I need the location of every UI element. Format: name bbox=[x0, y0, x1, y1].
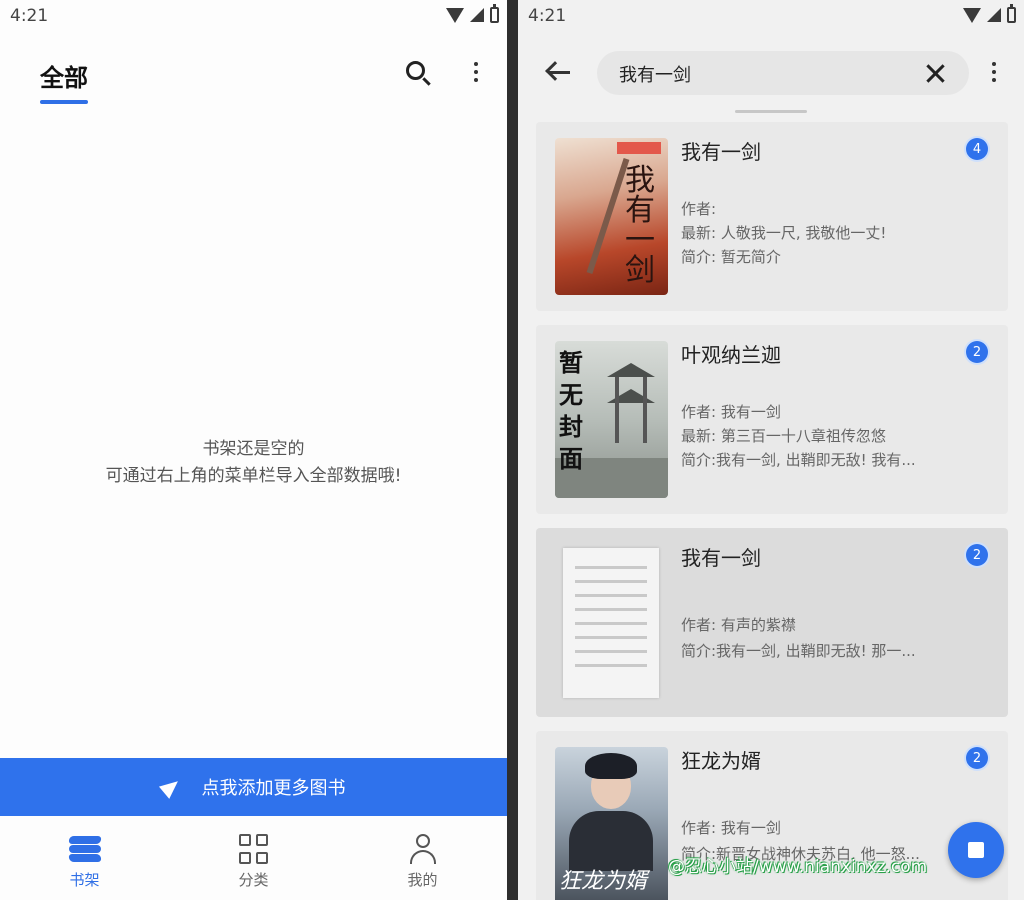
book-intro: 简介:我有一剑, 出鞘即无敌! 那一... bbox=[681, 642, 916, 660]
battery-icon bbox=[490, 4, 499, 23]
book-title: 我有一剑 bbox=[681, 546, 761, 570]
book-intro: 简介:我有一剑, 出鞘即无敌! 我有... bbox=[681, 451, 916, 469]
search-input[interactable]: 我有一剑 bbox=[597, 51, 969, 95]
bookshelf-icon bbox=[67, 834, 102, 864]
drag-handle[interactable] bbox=[735, 110, 807, 113]
book-title: 我有一剑 bbox=[681, 140, 761, 164]
status-bar: 4:21 bbox=[518, 0, 1024, 34]
wifi-icon bbox=[446, 7, 464, 23]
document-icon bbox=[563, 548, 659, 698]
more-vertical-icon bbox=[474, 62, 478, 82]
book-cover-placeholder bbox=[555, 544, 668, 701]
battery-icon bbox=[1007, 4, 1016, 23]
book-author: 作者: 我有一剑 bbox=[681, 819, 781, 837]
status-time: 4:21 bbox=[10, 6, 49, 26]
cover-title: 我有一剑 bbox=[625, 163, 655, 288]
book-cover: 暂无封面 bbox=[555, 341, 668, 498]
stop-icon bbox=[968, 842, 984, 858]
book-cover: 狂龙为婿 bbox=[555, 747, 668, 900]
search-results-screen: 4:21 我有一剑 我有一剑 我有一剑 4 作者: 最新: 人敬我一尺, 我敬他… bbox=[518, 0, 1024, 900]
source-count-badge: 4 bbox=[966, 138, 988, 160]
search-button[interactable] bbox=[397, 52, 437, 92]
source-count-badge: 2 bbox=[966, 544, 988, 566]
book-author: 作者: 有声的紫襟 bbox=[681, 616, 796, 634]
status-bar: 4:21 bbox=[0, 0, 507, 34]
status-time: 4:21 bbox=[528, 6, 567, 26]
status-icons bbox=[446, 4, 499, 23]
bookshelf-screen: 4:21 全部 书架还是空的 可通过右上角的菜单栏导入全部数据哦! 点我添加更多… bbox=[0, 0, 507, 900]
book-latest: 最新: 人敬我一尺, 我敬他一丈! bbox=[681, 224, 887, 242]
add-books-label: 点我添加更多图书 bbox=[201, 778, 346, 799]
book-latest: 最新: 第三百一十八章祖传忽悠 bbox=[681, 427, 886, 445]
watermark: @忍心小站/www.nianxinxz.com bbox=[668, 857, 928, 877]
nav-item-bookshelf[interactable]: 书架 bbox=[0, 816, 169, 900]
search-result-card[interactable]: 我有一剑 我有一剑 4 作者: 最新: 人敬我一尺, 我敬他一丈! 简介: 暂无… bbox=[536, 122, 1008, 311]
search-icon bbox=[405, 60, 425, 80]
stop-search-button[interactable] bbox=[948, 822, 1004, 878]
screen-divider bbox=[507, 0, 518, 900]
person-icon bbox=[407, 834, 439, 864]
empty-message-line2: 可通过右上角的菜单栏导入全部数据哦! bbox=[105, 466, 402, 486]
signal-icon bbox=[987, 8, 1001, 22]
status-icons bbox=[963, 4, 1016, 23]
nav-item-mine[interactable]: 我的 bbox=[338, 816, 507, 900]
book-author: 作者: 我有一剑 bbox=[681, 403, 781, 421]
book-title: 叶观纳兰迦 bbox=[681, 343, 781, 367]
more-menu-button[interactable] bbox=[974, 52, 1014, 92]
cover-title: 狂龙为婿 bbox=[559, 869, 648, 894]
search-result-card[interactable]: 暂无封面 叶观纳兰迦 2 作者: 我有一剑 最新: 第三百一十八章祖传忽悠 简介… bbox=[536, 325, 1008, 514]
tab-all[interactable]: 全部 bbox=[40, 58, 88, 93]
grid-icon bbox=[239, 834, 268, 864]
empty-message-line1: 书架还是空的 bbox=[202, 439, 305, 459]
nav-item-category[interactable]: 分类 bbox=[169, 816, 338, 900]
search-result-card[interactable]: 我有一剑 2 作者: 有声的紫襟 简介:我有一剑, 出鞘即无敌! 那一... bbox=[536, 528, 1008, 717]
book-author: 作者: bbox=[681, 200, 717, 218]
book-intro: 简介: 暂无简介 bbox=[681, 248, 781, 266]
nav-label-mine: 我的 bbox=[407, 871, 438, 889]
empty-shelf-message: 书架还是空的 可通过右上角的菜单栏导入全部数据哦! bbox=[0, 436, 507, 490]
more-menu-button[interactable] bbox=[456, 52, 496, 92]
tab-indicator bbox=[40, 100, 88, 104]
add-books-button[interactable]: 点我添加更多图书 bbox=[0, 758, 507, 816]
cover-placeholder-text: 暂无封面 bbox=[559, 349, 583, 473]
more-vertical-icon bbox=[992, 62, 996, 82]
source-count-badge: 2 bbox=[966, 747, 988, 769]
bottom-nav: 书架 分类 我的 bbox=[0, 816, 507, 900]
wifi-icon bbox=[963, 7, 981, 23]
back-button[interactable] bbox=[540, 52, 580, 92]
nav-label-category: 分类 bbox=[238, 871, 269, 889]
signal-icon bbox=[470, 8, 484, 22]
send-icon bbox=[158, 775, 183, 799]
book-title: 狂龙为婿 bbox=[681, 749, 761, 773]
source-count-badge: 2 bbox=[966, 341, 988, 363]
clear-icon[interactable] bbox=[925, 63, 945, 83]
search-query: 我有一剑 bbox=[619, 65, 691, 86]
nav-label-bookshelf: 书架 bbox=[69, 871, 100, 889]
book-cover: 我有一剑 bbox=[555, 138, 668, 295]
